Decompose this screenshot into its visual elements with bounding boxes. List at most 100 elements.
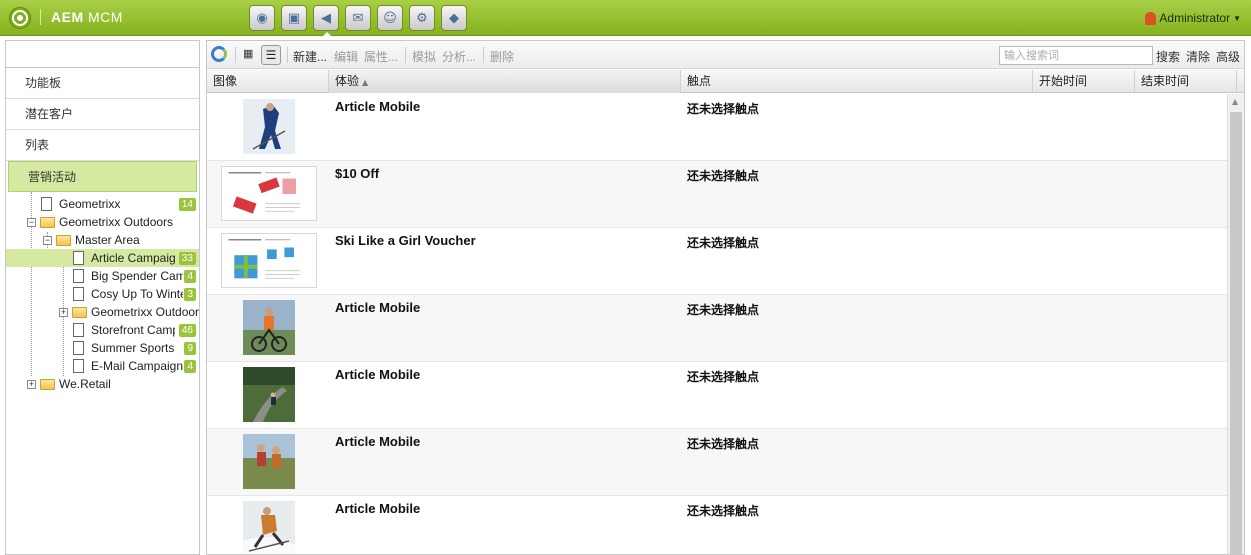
sort-asc-icon: ▲ [362,78,369,87]
count-badge: 4 [184,270,196,283]
column-image[interactable]: 图像 [207,70,329,93]
thumbnail-image [243,434,295,489]
collapse-icon[interactable]: − [43,236,52,245]
globe-icon[interactable]: ◉ [249,5,275,31]
tree-item[interactable]: + Geometrixx Outdoors [6,303,199,321]
experience-title[interactable]: Ski Like a Girl Voucher [335,233,476,248]
thumbnail-image [243,99,295,154]
left-panel-header [6,41,199,68]
expand-icon[interactable]: + [59,308,68,317]
edit-button[interactable]: 编辑 [334,48,358,65]
experience-title[interactable]: $10 Off [335,166,379,181]
table-row[interactable]: $10 Off 还未选择触点 [207,161,1228,228]
search-input[interactable] [999,46,1153,65]
main-panel: ▦ ☰ 新建... 编辑 属性... 模拟 分析... 删除 搜索 清除 高级 … [206,40,1245,555]
clear-button[interactable]: 清除 [1186,48,1210,65]
nav-lists[interactable]: 列表 [6,130,199,161]
user-icon [1145,11,1157,25]
page-icon [73,287,84,301]
experience-list: Article Mobile 还未选择触点 $10 Off 还未选择触点 Ski… [207,94,1228,554]
delete-button[interactable]: 删除 [490,48,514,65]
table-row[interactable]: Article Mobile 还未选择触点 [207,94,1228,161]
tree-item[interactable]: Cosy Up To Winter 3 [6,285,199,303]
app-title: AEM MCM [40,9,123,25]
column-start-label: 开始时间 [1039,74,1088,88]
table-row[interactable]: Article Mobile 还未选择触点 [207,295,1228,362]
properties-button[interactable]: 属性... [364,48,398,65]
experience-title[interactable]: Article Mobile [335,367,420,382]
page-icon [73,251,84,265]
page-icon [73,359,84,373]
tree-item[interactable]: Geometrixx 14 [6,195,199,213]
new-button[interactable]: 新建... [293,48,327,65]
tree-item[interactable]: Big Spender Campaign 4 [6,267,199,285]
tree-item[interactable]: Summer Sports 9 [6,339,199,357]
megaphone-icon[interactable]: ◀ [313,5,339,37]
toolbar: ▦ ☰ 新建... 编辑 属性... 模拟 分析... 删除 搜索 清除 高级 [207,41,1244,69]
column-touchpoint[interactable]: 触点 [681,70,1033,93]
count-badge: 9 [184,342,196,355]
experience-title[interactable]: Article Mobile [335,99,420,114]
search-button[interactable]: 搜索 [1156,48,1180,65]
touchpoint-value: 还未选择触点 [687,102,760,116]
tree-item[interactable]: − Master Area [6,231,199,249]
table-row[interactable]: Article Mobile 还未选择触点 [207,362,1228,429]
refresh-icon[interactable] [211,46,227,62]
tree-item[interactable]: − Geometrixx Outdoors [6,213,199,231]
brand-light: MCM [88,9,123,25]
folder-icon [40,379,55,390]
experience-title[interactable]: Article Mobile [335,434,420,449]
column-end-time[interactable]: 结束时间 [1135,70,1237,93]
mail-icon[interactable]: ✉ [345,5,371,31]
voucher-thumbnail [221,166,317,221]
vertical-scrollbar[interactable]: ▲ [1227,94,1244,554]
people-icon[interactable]: ☺ [377,5,403,31]
toolbar-divider [287,47,288,63]
nav-campaigns[interactable]: 营销活动 [8,161,197,192]
column-end-label: 结束时间 [1141,74,1190,88]
collapse-icon[interactable]: − [27,218,36,227]
column-touchpoint-label: 触点 [687,74,712,88]
tag-icon[interactable]: ◆ [441,5,467,31]
expand-icon[interactable]: + [27,380,36,389]
count-badge: 14 [178,198,196,211]
voucher-thumbnail [221,233,317,288]
count-badge: 33 [178,252,196,265]
analyze-button[interactable]: 分析... [442,48,476,65]
grid-view-icon[interactable]: ▦ [243,49,254,60]
column-experience[interactable]: 体验 ▲ [329,70,681,93]
nav-dashboard[interactable]: 功能板 [6,68,199,99]
touchpoint-value: 还未选择触点 [687,303,760,317]
thumbnail-image [243,501,295,554]
column-start-time[interactable]: 开始时间 [1033,70,1135,93]
nav-leads[interactable]: 潜在客户 [6,99,199,130]
list-view-icon[interactable]: ☰ [261,45,281,65]
count-badge: 3 [184,288,196,301]
aem-logo-icon[interactable] [9,7,31,29]
toolbar-divider [405,47,406,63]
page-icon [73,269,84,283]
table-row[interactable]: Article Mobile 还未选择触点 [207,429,1228,496]
simulate-button[interactable]: 模拟 [412,48,436,65]
app-switcher: ◉ ▣ ◀ ✉ ☺ ⚙ ◆ [249,5,467,37]
table-row[interactable]: Ski Like a Girl Voucher 还未选择触点 [207,228,1228,295]
toolbar-divider [483,47,484,63]
tree-item-selected[interactable]: Article Campaign 33 [6,249,199,267]
experience-title[interactable]: Article Mobile [335,501,420,516]
gear-icon[interactable]: ⚙ [409,5,435,31]
scrollbar-thumb[interactable] [1230,112,1242,554]
thumbnail-image [243,367,295,422]
user-menu[interactable]: Administrator ▼ [1145,11,1241,25]
touchpoint-value: 还未选择触点 [687,370,760,384]
tree-item[interactable]: + We.Retail [6,375,199,393]
scroll-up-icon[interactable]: ▲ [1232,97,1238,106]
camera-icon[interactable]: ▣ [281,5,307,31]
table-row[interactable]: Article Mobile 还未选择触点 [207,496,1228,554]
advanced-button[interactable]: 高级 [1216,48,1240,65]
touchpoint-value: 还未选择触点 [687,437,760,451]
brand-bold: AEM [51,9,84,25]
experience-title[interactable]: Article Mobile [335,300,420,315]
touchpoint-value: 还未选择触点 [687,169,760,183]
tree-item[interactable]: E-Mail Campaigns 4 [6,357,199,375]
tree-item[interactable]: Storefront Campaign 46 [6,321,199,339]
